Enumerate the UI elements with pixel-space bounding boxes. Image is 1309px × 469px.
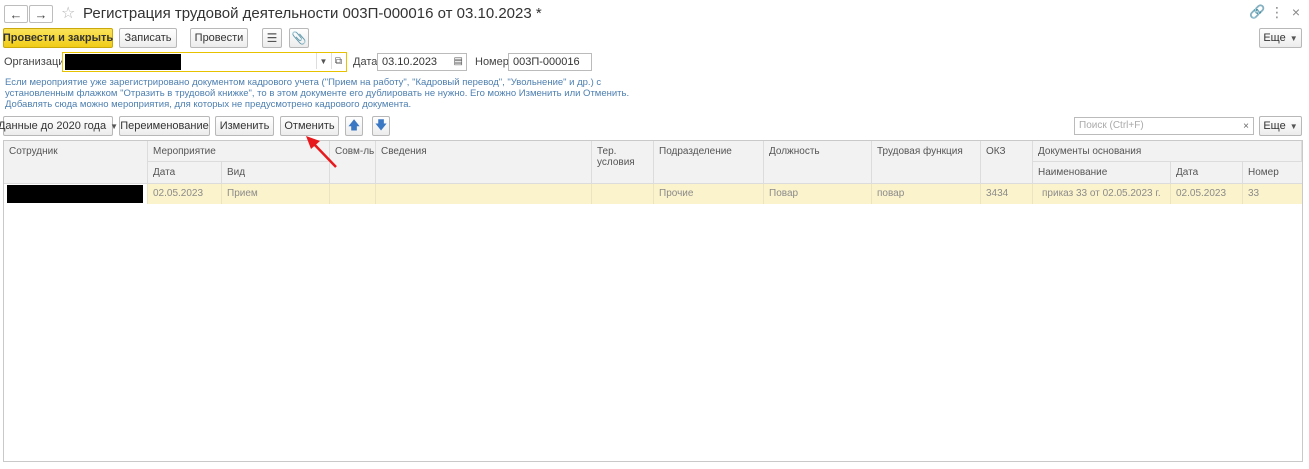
info-hint: Если мероприятие уже зарегистрировано до… bbox=[5, 77, 630, 110]
col-doc-number[interactable]: Номер bbox=[1243, 162, 1302, 184]
event-date-cell[interactable]: 02.05.2023 bbox=[148, 184, 222, 204]
attachment-icon[interactable]: 📎 bbox=[289, 28, 309, 48]
favorite-star-icon[interactable]: ☆ bbox=[61, 3, 75, 23]
chevron-down-icon: ▼ bbox=[110, 121, 119, 131]
data-before-2020-label: Данные до 2020 года bbox=[0, 120, 107, 132]
change-button[interactable]: Изменить bbox=[215, 116, 274, 136]
number-field[interactable]: 003П-000016 bbox=[508, 53, 592, 71]
annotation-arrow-icon bbox=[306, 136, 337, 168]
col-position[interactable]: Должность bbox=[764, 141, 872, 184]
events-table[interactable]: Сотрудник Мероприятие Дата Вид Совм-ль С… bbox=[3, 140, 1303, 462]
open-icon[interactable]: ⧉ bbox=[331, 53, 345, 69]
clear-search-icon[interactable]: × bbox=[1239, 117, 1254, 135]
redacted-block bbox=[65, 54, 181, 70]
position-cell[interactable]: Повар bbox=[764, 184, 872, 204]
doc-number-cell[interactable]: 33 bbox=[1243, 184, 1302, 204]
doc-date-cell[interactable]: 02.05.2023 bbox=[1171, 184, 1243, 204]
date-value: 03.10.2023 bbox=[382, 56, 438, 68]
chevron-down-icon: ▼ bbox=[1289, 121, 1298, 131]
department-cell[interactable]: Прочие bbox=[654, 184, 764, 204]
forward-icon[interactable]: → bbox=[29, 5, 53, 23]
data-before-2020-button[interactable]: Данные до 2020 года ▼ bbox=[0, 116, 118, 136]
link-icon[interactable]: 🔗 bbox=[1249, 4, 1265, 20]
report-icon[interactable]: ☰ bbox=[262, 28, 282, 48]
more-label: Еще bbox=[1263, 32, 1286, 44]
col-details[interactable]: Сведения bbox=[376, 141, 592, 184]
table-more-label: Еще bbox=[1263, 120, 1286, 132]
calendar-icon[interactable]: ▤ bbox=[454, 56, 463, 67]
doc-name-cell[interactable]: приказ 33 от 02.05.2023 г. bbox=[1033, 184, 1171, 204]
back-icon[interactable]: ← bbox=[4, 5, 28, 23]
post-button[interactable]: Провести bbox=[190, 28, 248, 48]
ter-conditions-cell[interactable] bbox=[592, 184, 654, 204]
col-doc-name[interactable]: Наименование bbox=[1033, 162, 1171, 184]
post-and-close-button[interactable]: Провести и закрыть bbox=[3, 28, 113, 48]
col-ter-conditions[interactable]: Тер. условия bbox=[592, 141, 654, 184]
labor-function-cell[interactable]: повар bbox=[872, 184, 981, 204]
number-label: Номер: bbox=[475, 56, 512, 68]
rename-button[interactable]: Переименование bbox=[119, 116, 210, 136]
dropdown-arrow-icon[interactable]: ▼ bbox=[316, 53, 330, 69]
details-cell[interactable] bbox=[376, 184, 592, 204]
chevron-down-icon: ▼ bbox=[1289, 33, 1298, 43]
employee-cell[interactable] bbox=[4, 184, 148, 204]
table-more-button[interactable]: Еще ▼ bbox=[1259, 116, 1302, 136]
event-kind-cell[interactable]: Прием bbox=[222, 184, 330, 204]
col-okz[interactable]: ОКЗ bbox=[981, 141, 1033, 184]
okz-cell[interactable]: 3434 bbox=[981, 184, 1033, 204]
redacted-block bbox=[7, 185, 143, 203]
organization-field[interactable]: ▼ ⧉ bbox=[62, 52, 347, 72]
col-event-date[interactable]: Дата bbox=[148, 162, 222, 184]
save-button[interactable]: Записать bbox=[119, 28, 177, 48]
part-time-cell[interactable] bbox=[330, 184, 376, 204]
col-employee[interactable]: Сотрудник bbox=[4, 141, 148, 184]
more-button[interactable]: Еще ▼ bbox=[1259, 28, 1302, 48]
more-menu-icon[interactable]: ⋮ bbox=[1269, 4, 1285, 21]
close-icon[interactable]: × bbox=[1288, 4, 1304, 20]
window-title: Регистрация трудовой деятельности 003П-0… bbox=[83, 5, 542, 22]
col-doc-date[interactable]: Дата bbox=[1171, 162, 1243, 184]
col-labor-function[interactable]: Трудовая функция bbox=[872, 141, 981, 184]
move-down-icon[interactable]: 🡇 bbox=[372, 116, 390, 136]
search-input[interactable]: Поиск (Ctrl+F) bbox=[1074, 117, 1254, 135]
col-department[interactable]: Подразделение bbox=[654, 141, 764, 184]
table-row[interactable]: 02.05.2023 Прием Прочие Повар повар 3434… bbox=[4, 184, 1302, 204]
date-field[interactable]: 03.10.2023 ▤ bbox=[377, 53, 467, 71]
col-basis-docs[interactable]: Документы основания bbox=[1033, 141, 1302, 162]
